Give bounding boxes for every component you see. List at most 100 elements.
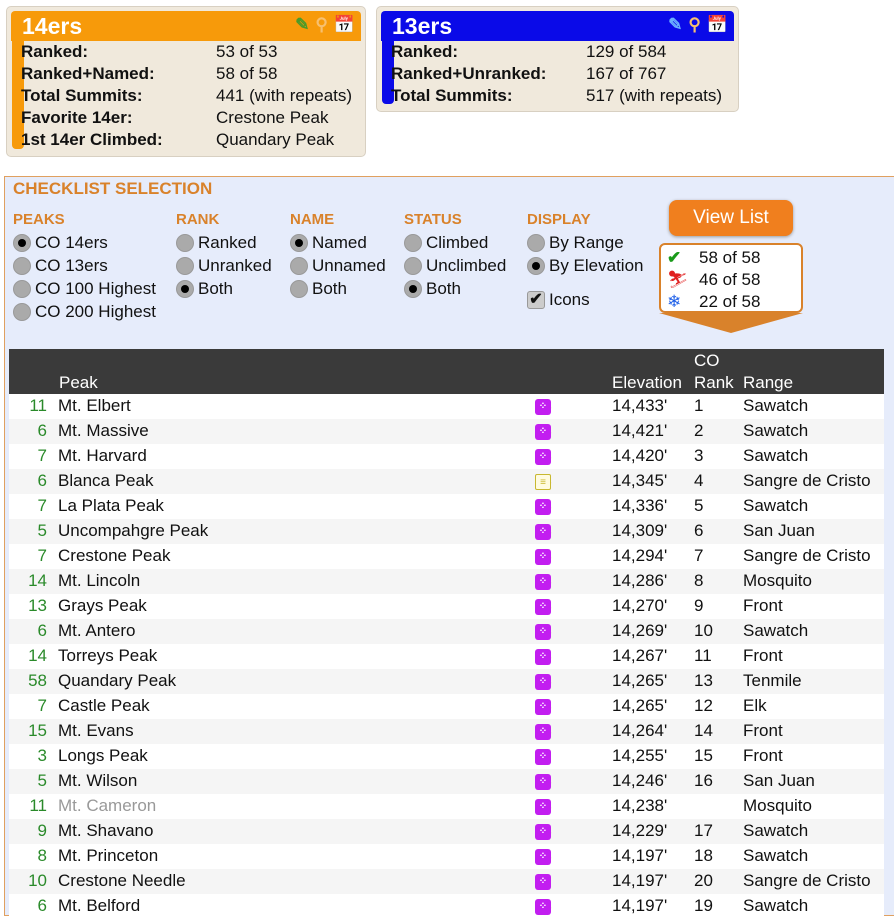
radio-button[interactable] bbox=[404, 256, 422, 275]
dice-icon: ⁘ bbox=[535, 499, 551, 515]
radio-button[interactable] bbox=[404, 279, 422, 298]
radio-option[interactable]: Both bbox=[404, 277, 506, 300]
radio-option[interactable]: Unclimbed bbox=[404, 254, 506, 277]
header-rank[interactable]: Rank bbox=[694, 373, 734, 393]
peak-name[interactable]: Mt. Massive bbox=[58, 421, 149, 441]
peak-name[interactable]: Grays Peak bbox=[58, 596, 147, 616]
table-row[interactable]: 7 Crestone Peak ⛷🚶⁘ 14,294' 7 Sangre de … bbox=[9, 544, 884, 569]
peak-name[interactable]: Blanca Peak bbox=[58, 471, 153, 491]
table-row[interactable]: 9 Mt. Shavano ⛷❄🚶⁘ 14,229' 17 Sawatch bbox=[9, 819, 884, 844]
map-pin-icon[interactable]: ⚲ bbox=[315, 15, 327, 35]
summit-count: 7 bbox=[37, 696, 47, 715]
table-row[interactable]: 7 La Plata Peak ⛷❄🚶⁘ 14,336' 5 Sawatch bbox=[9, 494, 884, 519]
radio-option[interactable]: Unnamed bbox=[290, 254, 386, 277]
table-row[interactable]: 8 Mt. Princeton ⛷❄🚶⁘ 14,197' 18 Sawatch bbox=[9, 844, 884, 869]
peak-name[interactable]: Longs Peak bbox=[58, 746, 148, 766]
table-row[interactable]: 15 Mt. Evans ⛷❄🚶⁘ 14,264' 14 Front bbox=[9, 719, 884, 744]
peak-name[interactable]: La Plata Peak bbox=[58, 496, 164, 516]
pencil-icon[interactable]: ✎ bbox=[295, 15, 309, 35]
view-list-button[interactable]: View List bbox=[669, 200, 793, 236]
range: Sangre de Cristo bbox=[743, 546, 871, 565]
radio-option[interactable]: By Elevation bbox=[527, 254, 644, 277]
radio-option[interactable]: CO 14ers bbox=[13, 231, 156, 254]
peak-name[interactable]: Mt. Harvard bbox=[58, 446, 147, 466]
radio-option[interactable]: CO 200 Highest bbox=[13, 300, 156, 323]
peak-name[interactable]: Mt. Antero bbox=[58, 621, 135, 641]
table-row[interactable]: 14 Torreys Peak ⛷❄🚶⁘ 14,267' 11 Front bbox=[9, 644, 884, 669]
peak-name[interactable]: Mt. Shavano bbox=[58, 821, 153, 841]
peak-name[interactable]: Torreys Peak bbox=[58, 646, 157, 666]
radio-button[interactable] bbox=[176, 279, 194, 298]
option-label: Ranked bbox=[198, 232, 257, 252]
table-row[interactable]: 7 Castle Peak ⛷🚶⁘ 14,265' 12 Elk bbox=[9, 694, 884, 719]
peak-name[interactable]: Crestone Peak bbox=[58, 546, 170, 566]
table-row[interactable]: 58 Quandary Peak ⛷❄🚶⁘ 14,265' 13 Tenmile bbox=[9, 669, 884, 694]
radio-option[interactable]: Named bbox=[290, 231, 386, 254]
table-row[interactable]: 11 Mt. Elbert ⛷❄🚶⁘ 14,433' 1 Sawatch bbox=[9, 394, 884, 419]
radio-button[interactable] bbox=[176, 233, 194, 252]
radio-button[interactable] bbox=[527, 256, 545, 275]
radio-option[interactable]: CO 100 Highest bbox=[13, 277, 156, 300]
peak-name[interactable]: Uncompahgre Peak bbox=[58, 521, 208, 541]
radio-button[interactable] bbox=[13, 256, 31, 275]
peak-name[interactable]: Mt. Evans bbox=[58, 721, 134, 741]
peak-name[interactable]: Mt. Wilson bbox=[58, 771, 137, 791]
peak-name[interactable]: Castle Peak bbox=[58, 696, 150, 716]
peak-name[interactable]: Mt. Princeton bbox=[58, 846, 158, 866]
radio-option[interactable]: Both bbox=[176, 277, 272, 300]
header-peak[interactable]: Peak bbox=[59, 373, 98, 393]
radio-button[interactable] bbox=[13, 279, 31, 298]
radio-option[interactable]: Ranked bbox=[176, 231, 272, 254]
co-rank: 3 bbox=[694, 446, 704, 465]
table-row[interactable]: 10 Crestone Needle 🚶⁘ 14,197' 20 Sangre … bbox=[9, 869, 884, 894]
peak-name[interactable]: Quandary Peak bbox=[58, 671, 176, 691]
table-row[interactable]: 3 Longs Peak 🚶⁘ 14,255' 15 Front bbox=[9, 744, 884, 769]
radio-button[interactable] bbox=[290, 256, 308, 275]
radio-button[interactable] bbox=[13, 233, 31, 252]
table-row[interactable]: 11 Mt. Cameron ⛷❄🚶⁘ 14,238' Mosquito bbox=[9, 794, 884, 819]
table-row[interactable]: 7 Mt. Harvard ⛷❄🚶⁘ 14,420' 3 Sawatch bbox=[9, 444, 884, 469]
table-row[interactable]: 6 Mt. Antero ⛷❄🚶⁘ 14,269' 10 Sawatch bbox=[9, 619, 884, 644]
peak-name[interactable]: Mt. Cameron bbox=[58, 796, 156, 816]
table-row[interactable]: 14 Mt. Lincoln ⛷❄🚶⁘ 14,286' 8 Mosquito bbox=[9, 569, 884, 594]
table-row[interactable]: 5 Uncompahgre Peak ⛷🚶⁘ 14,309' 6 San Jua… bbox=[9, 519, 884, 544]
radio-option[interactable]: Both bbox=[290, 277, 386, 300]
calendar-icon[interactable]: 📅 bbox=[707, 15, 728, 35]
elevation: 14,265' bbox=[612, 671, 668, 690]
radio-option[interactable]: Unranked bbox=[176, 254, 272, 277]
radio-button[interactable] bbox=[13, 302, 31, 321]
icons-checkbox[interactable]: ✔ Icons bbox=[527, 288, 590, 311]
table-row[interactable]: 5 Mt. Wilson ⛷❄🚶⁘ 14,246' 16 San Juan bbox=[9, 769, 884, 794]
radio-option[interactable]: Climbed bbox=[404, 231, 506, 254]
stat-row: Ranked+Named: 58 of 58 bbox=[21, 63, 356, 85]
radio-button[interactable] bbox=[290, 233, 308, 252]
pencil-icon[interactable]: ✎ bbox=[668, 15, 682, 35]
radio-option[interactable]: CO 13ers bbox=[13, 254, 156, 277]
summit-count: 58 bbox=[28, 671, 47, 690]
peak-name[interactable]: Crestone Needle bbox=[58, 871, 186, 891]
table-row[interactable]: 6 Blanca Peak ⛷🚶⁘≡ 14,345' 4 Sangre de C… bbox=[9, 469, 884, 494]
radio-button[interactable] bbox=[176, 256, 194, 275]
stat-label: Favorite 14er: bbox=[21, 108, 133, 127]
radio-option[interactable]: By Range bbox=[527, 231, 644, 254]
header-rank-top[interactable]: CO bbox=[694, 351, 720, 371]
table-row[interactable]: 6 Mt. Belford ⛷🚶⁘ 14,197' 19 Sawatch bbox=[9, 894, 884, 919]
peak-name[interactable]: Mt. Lincoln bbox=[58, 571, 140, 591]
radio-button[interactable] bbox=[290, 279, 308, 298]
table-row[interactable]: 13 Grays Peak ⛷❄🚶⁘ 14,270' 9 Front bbox=[9, 594, 884, 619]
map-pin-icon[interactable]: ⚲ bbox=[688, 15, 700, 35]
peak-name[interactable]: Mt. Belford bbox=[58, 896, 140, 916]
header-range[interactable]: Range bbox=[743, 373, 793, 393]
radio-button[interactable] bbox=[404, 233, 422, 252]
co-rank: 16 bbox=[694, 771, 713, 790]
peak-name[interactable]: Mt. Elbert bbox=[58, 396, 131, 416]
calendar-icon[interactable]: 📅 bbox=[334, 15, 355, 35]
summit-count: 6 bbox=[37, 896, 47, 915]
header-elevation[interactable]: Elevation bbox=[612, 373, 682, 393]
check-icon[interactable]: ✔ bbox=[527, 290, 545, 309]
summit-count: 11 bbox=[29, 796, 47, 815]
table-header: Peak Elevation CO Rank Range bbox=[9, 349, 884, 394]
radio-button[interactable] bbox=[527, 233, 545, 252]
table-row[interactable]: 6 Mt. Massive ⛷❄🚶⁘ 14,421' 2 Sawatch bbox=[9, 419, 884, 444]
group-name: NAME Named Unnamed Both bbox=[290, 211, 386, 300]
